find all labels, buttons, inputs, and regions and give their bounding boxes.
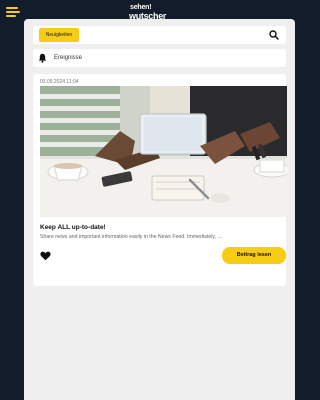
main-content: Neuigkeiten Ereignisse 03.09.2024 11:04 (24, 19, 295, 400)
bell-icon (38, 53, 47, 63)
post-excerpt: Share news and important information eas… (40, 234, 222, 240)
post-title: Keep ALL up-to-date! (40, 224, 106, 231)
read-post-button[interactable]: Beitrag lesen (222, 247, 286, 264)
filter-bar: Neuigkeiten (33, 26, 286, 44)
heart-icon[interactable] (40, 251, 51, 261)
events-label: Ereignisse (54, 55, 83, 61)
post-image[interactable] (40, 86, 287, 217)
category-chip-news[interactable]: Neuigkeiten (39, 28, 79, 42)
post-photo-illustration (40, 86, 287, 217)
post-card: 03.09.2024 11:04 Keep ALL up-to-date! Sh… (33, 74, 287, 286)
hamburger-menu-icon[interactable] (6, 6, 20, 18)
search-icon[interactable] (268, 29, 280, 41)
events-row[interactable]: Ereignisse (33, 49, 286, 67)
post-date: 03.09.2024 11:04 (40, 79, 79, 85)
